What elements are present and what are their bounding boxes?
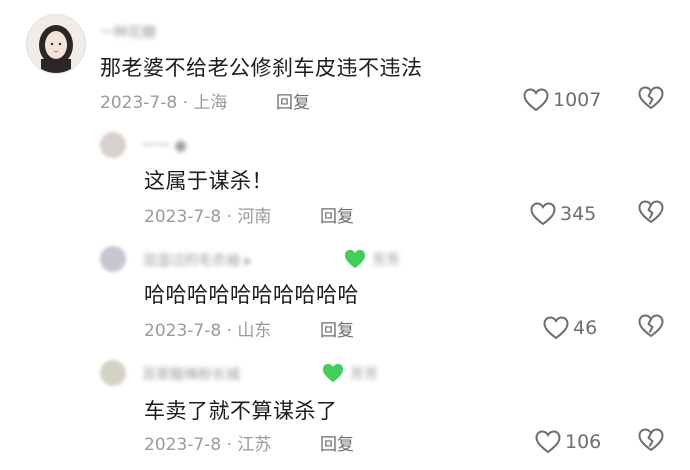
avatar[interactable]: [100, 360, 126, 386]
comment-date: 2023-7-8 · 河南: [144, 202, 271, 227]
broken-heart-icon: [638, 314, 664, 338]
comment-date: 2023-7-8 · 山东: [144, 316, 271, 341]
comment-text: 哈哈哈哈哈哈哈哈哈哈: [144, 283, 359, 307]
like-count: 1007: [553, 89, 602, 111]
comment-text: 这属于谋杀！: [144, 169, 273, 193]
date: 2023-7-8: [144, 321, 222, 341]
author-name[interactable]: 一一 ●: [142, 135, 187, 155]
like-count: 106: [565, 431, 602, 453]
date: 2023-7-8: [100, 93, 178, 113]
separator: ·: [221, 321, 238, 341]
heart-outline-icon: [535, 430, 561, 454]
heart-outline-icon: [543, 316, 569, 340]
like-button[interactable]: 345: [530, 200, 596, 228]
avatar[interactable]: [26, 14, 86, 74]
location: 河南: [237, 207, 272, 227]
green-heart-emoji: [344, 249, 366, 269]
broken-heart-icon: [638, 86, 664, 110]
location: 山东: [237, 321, 272, 341]
reply-button[interactable]: 回复: [320, 316, 354, 341]
heart-outline-icon: [523, 88, 549, 112]
like-count: 46: [573, 317, 598, 339]
avatar-illustration: [39, 25, 73, 73]
broken-heart-icon: [638, 428, 664, 452]
reply-target-name[interactable]: 芳芳: [372, 250, 400, 270]
avatar[interactable]: [100, 246, 126, 272]
date: 2023-7-8: [144, 207, 222, 227]
dislike-button[interactable]: [638, 314, 666, 342]
like-button[interactable]: 1007: [523, 86, 601, 114]
reply-button[interactable]: 回复: [276, 88, 310, 113]
author-name[interactable]: 百家酸辣粉长城: [142, 364, 240, 384]
comment-1: 一种花糖 那老婆不给老公修刹车皮违不违法 2023-7-8 · 上海 回复 10…: [0, 0, 690, 120]
like-count: 345: [560, 203, 597, 225]
comment-date: 2023-7-8 · 江苏: [144, 430, 271, 455]
comment-date: 2023-7-8 · 上海: [100, 88, 227, 113]
separator: ·: [221, 207, 238, 227]
author-name[interactable]: 泪湿过的毛衣袖 ▸: [142, 250, 251, 270]
location: 江苏: [237, 435, 272, 455]
comment-2: 一一 ● 这属于谋杀！ 2023-7-8 · 河南 回复 345: [0, 120, 690, 234]
reply-button[interactable]: 回复: [320, 430, 354, 455]
avatar[interactable]: [100, 132, 126, 158]
comment-text: 车卖了就不算谋杀了: [144, 399, 338, 423]
reply-target-name[interactable]: 芳芳: [350, 364, 378, 384]
separator: ·: [221, 435, 238, 455]
like-button[interactable]: 46: [543, 314, 597, 342]
dislike-button[interactable]: [638, 200, 666, 228]
comment-3: 泪湿过的毛衣袖 ▸ 芳芳 哈哈哈哈哈哈哈哈哈哈 2023-7-8 · 山东 回复…: [0, 234, 690, 348]
broken-heart-icon: [638, 200, 664, 224]
author-name[interactable]: 一种花糖: [100, 22, 156, 42]
like-button[interactable]: 106: [535, 428, 601, 456]
separator: ·: [177, 93, 194, 113]
heart-outline-icon: [530, 202, 556, 226]
reply-button[interactable]: 回复: [320, 202, 354, 227]
dislike-button[interactable]: [638, 428, 666, 456]
location: 上海: [193, 93, 228, 113]
date: 2023-7-8: [144, 435, 222, 455]
comment-text: 那老婆不给老公修刹车皮违不违法: [100, 56, 423, 80]
comment-4: 百家酸辣粉长城 芳芳 车卖了就不算谋杀了 2023-7-8 · 江苏 回复 10…: [0, 348, 690, 470]
dislike-button[interactable]: [638, 86, 666, 114]
green-heart-emoji: [322, 363, 344, 383]
